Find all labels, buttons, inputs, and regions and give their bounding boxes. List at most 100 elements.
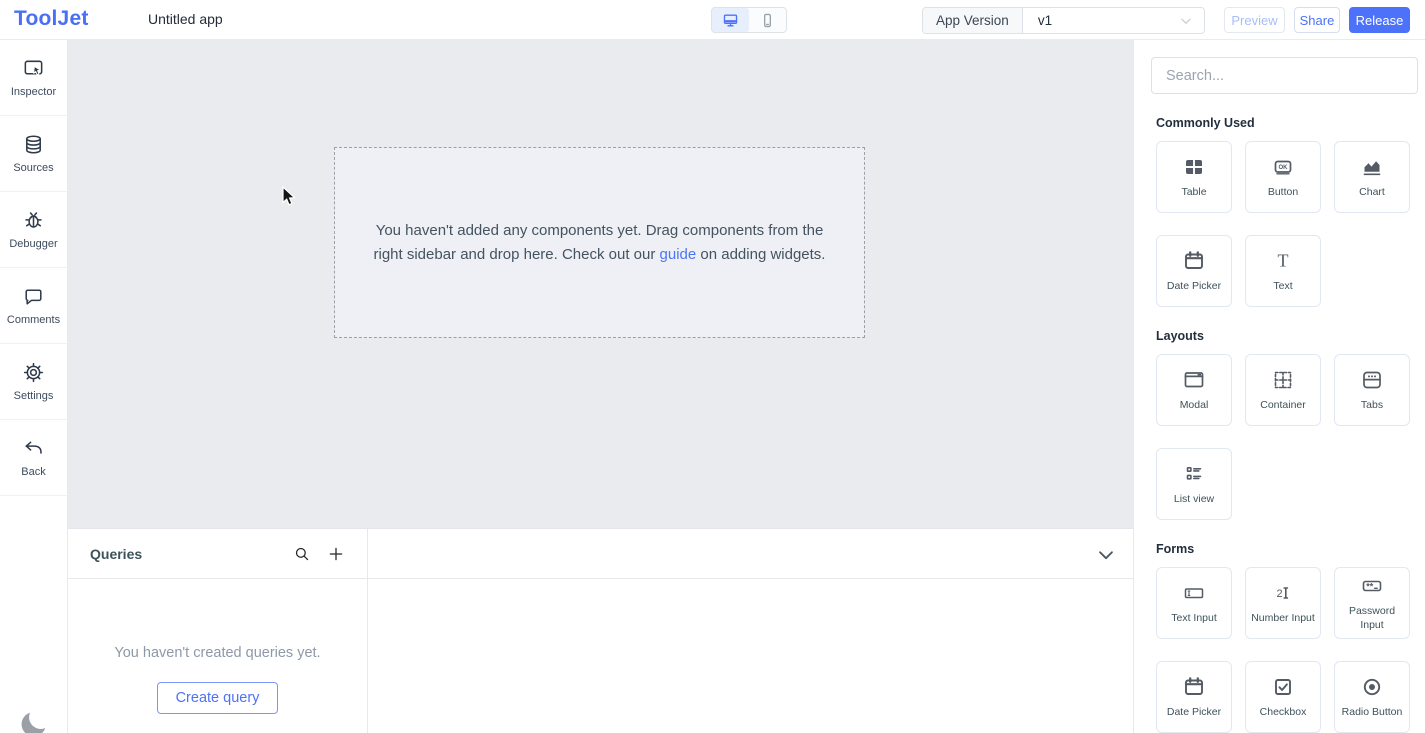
sidebar-item-label: Comments <box>7 314 60 326</box>
app-header: ToolJet Untitled app App Version v1 Prev… <box>0 0 1425 40</box>
queries-panel: Queries You haven't created queries yet.… <box>68 528 1133 733</box>
sidebar-item-label: Inspector <box>11 86 56 98</box>
query-list-pane: Queries You haven't created queries yet.… <box>68 529 368 733</box>
widget-card-date-picker[interactable]: Date Picker <box>1156 235 1232 307</box>
widget-card-text-input[interactable]: Text Input <box>1156 567 1232 639</box>
app-version-select[interactable]: v1 <box>1023 8 1204 33</box>
query-search-button[interactable] <box>285 537 319 571</box>
table-icon <box>1182 155 1206 179</box>
sidebar-item-settings[interactable]: Settings <box>0 344 67 420</box>
sidebar-item-debugger[interactable]: Debugger <box>0 192 67 268</box>
widget-card-label: Text <box>1270 280 1295 294</box>
preview-button[interactable]: Preview <box>1224 7 1285 33</box>
widget-card-label: List view <box>1171 493 1217 507</box>
app-version-value: v1 <box>1038 13 1052 28</box>
widget-card-password-input[interactable]: ** Password Input <box>1334 567 1410 639</box>
widget-card-button[interactable]: OK Button <box>1245 141 1321 213</box>
desktop-icon <box>722 12 739 29</box>
widget-card-label: Container <box>1257 399 1309 413</box>
guide-link[interactable]: guide <box>660 246 697 263</box>
widget-search-input[interactable] <box>1151 57 1418 94</box>
bug-icon <box>22 209 45 232</box>
tabs-icon <box>1360 368 1384 392</box>
widget-card-list-view[interactable]: List view <box>1156 448 1232 520</box>
calendar-icon <box>1182 675 1206 699</box>
checkbox-icon <box>1271 675 1295 699</box>
empty-state-message: You haven't added any components yet. Dr… <box>360 219 840 266</box>
app-version-label: App Version <box>923 8 1023 33</box>
sidebar-item-comments[interactable]: Comments <box>0 268 67 344</box>
widget-card-checkbox[interactable]: Checkbox <box>1245 661 1321 733</box>
create-query-button[interactable]: Create query <box>157 682 279 714</box>
tooljet-logo[interactable]: ToolJet <box>14 7 89 31</box>
widget-card-label: Date Picker <box>1164 706 1224 720</box>
empty-state-dropzone[interactable]: You haven't added any components yet. Dr… <box>334 147 865 338</box>
widget-card-table[interactable]: Table <box>1156 141 1232 213</box>
svg-text:2: 2 <box>1276 588 1282 600</box>
release-button[interactable]: Release <box>1349 7 1410 33</box>
svg-text:OK: OK <box>1279 165 1289 171</box>
widget-card-label: Number Input <box>1248 612 1318 626</box>
widget-card-label: Modal <box>1177 399 1212 413</box>
text-input-icon <box>1182 581 1206 605</box>
number-input-icon: 2 <box>1271 581 1295 605</box>
queries-header: Queries <box>68 529 367 579</box>
empty-state-text-after: on adding widgets. <box>696 246 825 263</box>
left-sidebar: Inspector Sources Debugger Comments Sett… <box>0 40 68 733</box>
container-icon <box>1271 368 1295 392</box>
section-title-layouts: Layouts <box>1156 329 1425 343</box>
widget-card-number-input[interactable]: 2 Number Input <box>1245 567 1321 639</box>
queries-title: Queries <box>68 546 285 562</box>
widget-card-date-picker-form[interactable]: Date Picker <box>1156 661 1232 733</box>
section-title-commonly-used: Commonly Used <box>1156 116 1425 130</box>
comment-bubble-icon <box>22 285 45 308</box>
svg-text:T: T <box>1278 250 1289 270</box>
widget-card-label: Table <box>1178 186 1209 200</box>
widget-card-label: Checkbox <box>1257 706 1310 720</box>
widget-card-chart[interactable]: Chart <box>1334 141 1410 213</box>
device-layout-toggle <box>711 7 787 33</box>
chart-icon <box>1360 155 1384 179</box>
sidebar-item-label: Back <box>21 466 45 478</box>
mouse-cursor <box>281 186 297 208</box>
query-editor-header <box>368 529 1133 579</box>
query-list-empty-state: You haven't created queries yet. Create … <box>68 645 367 714</box>
widget-card-label: Radio Button <box>1339 706 1406 720</box>
widget-card-label: Text Input <box>1168 612 1220 626</box>
dark-mode-toggle-moon-icon[interactable] <box>19 709 49 733</box>
widget-card-label: Password Input <box>1335 605 1409 632</box>
radio-button-icon <box>1360 675 1384 699</box>
add-query-button[interactable] <box>319 537 353 571</box>
collapse-panel-chevron-icon[interactable] <box>1095 544 1117 566</box>
share-button[interactable]: Share <box>1294 7 1340 33</box>
modal-icon <box>1182 368 1206 392</box>
inspector-icon <box>22 57 45 80</box>
mobile-layout-button[interactable] <box>749 8 786 32</box>
widget-card-container[interactable]: Container <box>1245 354 1321 426</box>
search-icon <box>293 545 311 563</box>
svg-text:**: ** <box>1366 581 1374 591</box>
desktop-layout-button[interactable] <box>712 8 749 32</box>
list-view-icon <box>1182 462 1206 486</box>
chevron-down-icon <box>1178 13 1194 29</box>
mobile-icon <box>759 12 776 29</box>
widget-card-text[interactable]: T Text <box>1245 235 1321 307</box>
widget-card-modal[interactable]: Modal <box>1156 354 1232 426</box>
queries-empty-text: You haven't created queries yet. <box>68 645 367 661</box>
password-input-icon: ** <box>1360 574 1384 598</box>
text-icon: T <box>1271 249 1295 273</box>
sidebar-item-back[interactable]: Back <box>0 420 67 496</box>
query-editor-pane <box>368 529 1133 733</box>
app-canvas[interactable]: You haven't added any components yet. Dr… <box>68 40 1133 528</box>
sidebar-item-label: Settings <box>14 390 54 402</box>
database-icon <box>22 133 45 156</box>
widget-card-label: Chart <box>1356 186 1388 200</box>
sidebar-item-inspector[interactable]: Inspector <box>0 40 67 116</box>
app-name[interactable]: Untitled app <box>148 11 223 27</box>
plus-icon <box>327 545 345 563</box>
widget-card-radio-button[interactable]: Radio Button <box>1334 661 1410 733</box>
widget-card-label: Tabs <box>1358 399 1386 413</box>
sidebar-item-label: Debugger <box>9 238 57 250</box>
widget-card-tabs[interactable]: Tabs <box>1334 354 1410 426</box>
sidebar-item-sources[interactable]: Sources <box>0 116 67 192</box>
